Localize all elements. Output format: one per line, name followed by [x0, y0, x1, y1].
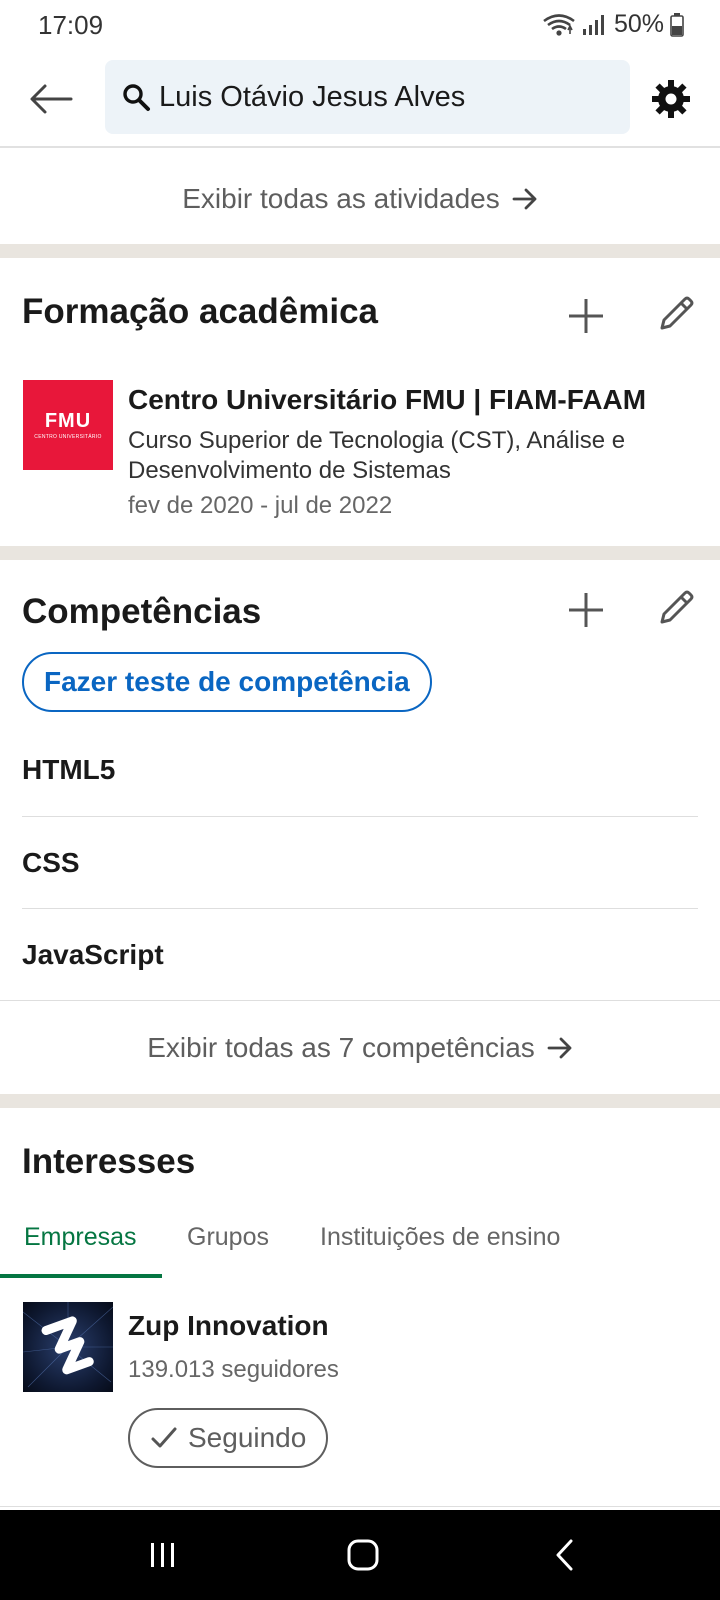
search-icon	[123, 84, 150, 111]
show-all-activities-label: Exibir todas as atividades	[182, 183, 500, 214]
active-tab-indicator	[0, 1274, 162, 1278]
search-value: Luis Otávio Jesus Alves	[159, 80, 466, 113]
skills-separator	[0, 1000, 720, 1001]
signal-icon	[582, 14, 604, 35]
back-chevron-icon	[556, 1539, 573, 1571]
arrow-right-icon	[512, 188, 537, 210]
tab-companies[interactable]: Empresas	[24, 1196, 137, 1278]
show-all-skills-label: Exibir todas as 7 competências	[147, 1032, 535, 1063]
edit-education-button[interactable]	[654, 292, 698, 336]
wifi-icon	[543, 13, 575, 36]
recents-icon	[151, 1543, 174, 1567]
skill-item[interactable]: CSS	[22, 817, 698, 909]
school-name[interactable]: Centro Universitário FMU | FIAM-FAAM	[128, 384, 646, 416]
recents-button[interactable]	[133, 1530, 193, 1580]
gear-icon	[652, 80, 690, 118]
tab-schools[interactable]: Instituições de ensino	[320, 1196, 560, 1278]
add-education-button[interactable]	[564, 294, 608, 338]
settings-button[interactable]	[646, 74, 696, 124]
home-button[interactable]	[333, 1530, 393, 1580]
arrow-right-icon	[547, 1037, 572, 1059]
battery-percent: 50%	[613, 10, 664, 38]
section-divider	[0, 1094, 720, 1108]
interests-tabs: Empresas Grupos Instituições de ensino	[0, 1196, 720, 1278]
pencil-icon	[660, 296, 694, 330]
list-separator	[0, 1506, 720, 1507]
company-followers: 139.013 seguidores	[128, 1356, 339, 1383]
company-logo[interactable]	[23, 1302, 113, 1392]
checkmark-icon	[151, 1427, 177, 1448]
section-divider	[0, 244, 720, 258]
show-all-skills-link[interactable]: Exibir todas as 7 competências	[0, 1002, 720, 1094]
company-name[interactable]: Zup Innovation	[128, 1310, 329, 1342]
status-icons: 50%	[542, 10, 684, 39]
school-logo-text: FMU	[44, 410, 92, 432]
home-icon	[347, 1539, 379, 1571]
school-logo-subtext: CENTRO UNIVERSITÁRIO	[34, 434, 102, 440]
company-logo-mark	[23, 1302, 113, 1388]
education-title: Formação acadêmica	[22, 292, 379, 331]
add-skill-button[interactable]	[564, 588, 608, 632]
top-app-bar: Luis Otávio Jesus Alves	[0, 52, 720, 148]
show-all-activities-link[interactable]: Exibir todas as atividades	[0, 154, 720, 244]
system-back-button[interactable]	[535, 1530, 595, 1580]
skills-title: Competências	[22, 592, 262, 631]
back-arrow-icon	[30, 84, 73, 114]
status-bar: 17:09 50%	[0, 0, 720, 52]
plus-icon	[569, 299, 603, 333]
following-button[interactable]: Seguindo	[128, 1408, 329, 1468]
search-input[interactable]: Luis Otávio Jesus Alves	[105, 60, 630, 134]
education-dates: fev de 2020 - jul de 2022	[128, 492, 393, 519]
following-label: Seguindo	[188, 1422, 307, 1453]
interests-title: Interesses	[22, 1142, 196, 1181]
tab-groups[interactable]: Grupos	[187, 1196, 269, 1278]
pencil-icon	[660, 590, 694, 624]
plus-icon	[569, 593, 603, 627]
status-time: 17:09	[38, 10, 104, 40]
degree-text: Curso Superior de Tecnologia (CST), Anál…	[128, 427, 626, 484]
skill-test-button[interactable]: Fazer teste de competência	[22, 652, 432, 712]
section-divider	[0, 546, 720, 560]
skill-item[interactable]: JavaScript	[22, 909, 698, 1001]
edit-skills-button[interactable]	[654, 586, 698, 630]
back-button[interactable]	[26, 74, 76, 124]
battery-icon	[670, 12, 684, 37]
system-nav-bar	[0, 1510, 720, 1600]
skill-item[interactable]: HTML5	[22, 724, 698, 816]
school-logo[interactable]: FMU CENTRO UNIVERSITÁRIO	[23, 380, 113, 470]
